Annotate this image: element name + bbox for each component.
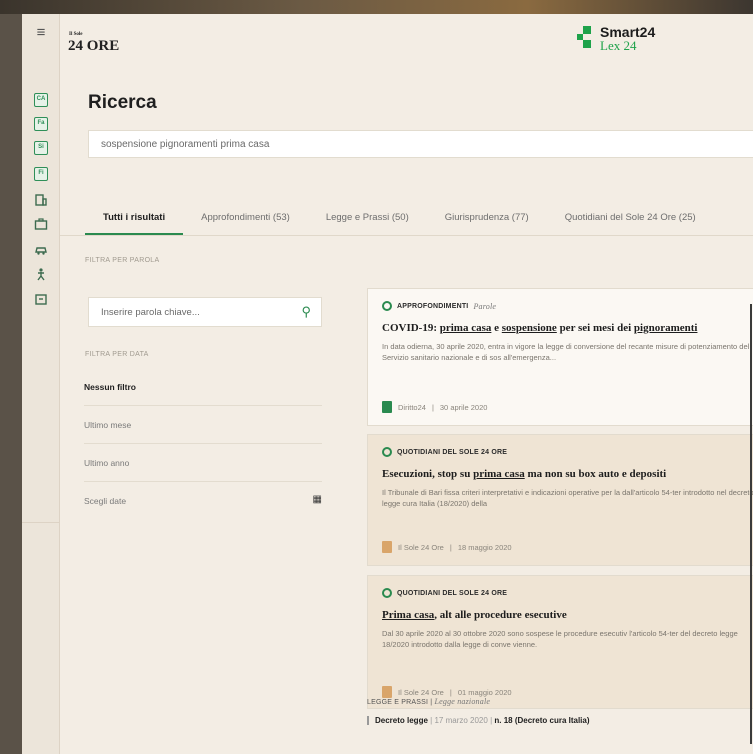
building-icon[interactable] xyxy=(31,190,51,210)
sic-icon[interactable]: Si xyxy=(31,138,51,158)
smart24-brand[interactable]: Smart24 Lex 24 xyxy=(577,24,655,54)
person-icon[interactable] xyxy=(31,264,51,284)
result-snippet: Il Tribunale di Bari fissa criteri inter… xyxy=(382,488,753,508)
tab-giurisprudenza[interactable]: Giurisprudenza (77) xyxy=(427,204,547,236)
brand-subtitle: Lex 24 xyxy=(600,38,637,53)
scrollbar[interactable] xyxy=(750,304,752,744)
tab-approfondimenti[interactable]: Approfondimenti (53) xyxy=(183,204,308,236)
results-tabs: Tutti i risultati Approfondimenti (53) L… xyxy=(85,204,714,236)
keyword-placeholder: Inserire parola chiave... xyxy=(101,307,200,318)
diritto24-icon xyxy=(382,401,392,413)
briefcase-icon[interactable] xyxy=(31,214,51,234)
search-input[interactable]: sospensione pignoramenti prima casa xyxy=(88,130,753,158)
source-icon xyxy=(382,447,392,457)
date-option-none[interactable]: Nessun filtro xyxy=(84,370,322,406)
result-meta: Il Sole 24 Ore | 18 maggio 2020 xyxy=(382,541,512,553)
filter-word-label: FILTRA PER PAROLA xyxy=(85,257,160,264)
tab-legge-prassi[interactable]: Legge e Prassi (50) xyxy=(308,204,427,236)
sole24ore-logo[interactable]: Il Sole 24 ORE xyxy=(68,32,119,55)
date-option-custom[interactable]: Scegli date ▦ xyxy=(84,484,322,520)
tabs-divider xyxy=(60,235,753,236)
page-title: Ricerca xyxy=(88,92,157,113)
fac-icon[interactable]: Fa xyxy=(31,114,51,134)
calendar-icon[interactable]: ▦ xyxy=(313,494,322,505)
source-icon xyxy=(382,588,392,598)
tab-all[interactable]: Tutti i risultati xyxy=(85,204,184,236)
sole24ore-icon xyxy=(382,541,392,553)
result-snippet: Dal 30 aprile 2020 al 30 ottobre 2020 so… xyxy=(382,629,738,649)
result-card[interactable]: QUOTIDIANI DEL SOLE 24 ORE Prima casa, a… xyxy=(367,575,753,709)
fis-icon[interactable]: Fi xyxy=(31,164,51,184)
legge-header: LEGGE E PRASSI | Legge nazionale xyxy=(367,697,491,706)
date-option-month[interactable]: Ultimo mese xyxy=(84,408,322,444)
result-title[interactable]: COVID-19: prima casa e sospensione per s… xyxy=(382,322,697,334)
cat-icon[interactable]: CA xyxy=(31,90,51,110)
filter-date-label: FILTRA PER DATA xyxy=(85,351,149,358)
result-card[interactable]: APPROFONDIMENTI Parole COVID-19: prima c… xyxy=(367,288,753,426)
chat-icon[interactable] xyxy=(31,290,51,310)
result-title[interactable]: Prima casa, alt alle procedure esecutive xyxy=(382,609,567,621)
smart24-logo-icon xyxy=(577,24,595,52)
side-rail: ≡ CA Fa Si Fi xyxy=(22,14,60,754)
keyword-input[interactable]: Inserire parola chiave... ⚲ xyxy=(88,297,322,327)
result-meta: Diritto24 | 30 aprile 2020 xyxy=(382,401,487,413)
result-title[interactable]: Esecuzioni, stop su prima casa ma non su… xyxy=(382,468,666,480)
legge-item[interactable]: Decreto legge | 17 marzo 2020 | n. 18 (D… xyxy=(367,716,590,725)
result-snippet: In data odierna, 30 aprile 2020, entra i… xyxy=(382,342,750,362)
result-card[interactable]: QUOTIDIANI DEL SOLE 24 ORE Esecuzioni, s… xyxy=(367,434,753,566)
source-icon xyxy=(382,301,392,311)
car-icon[interactable] xyxy=(31,240,51,260)
background-strip xyxy=(0,0,753,14)
search-icon[interactable]: ⚲ xyxy=(301,304,311,320)
date-option-year[interactable]: Ultimo anno xyxy=(84,446,322,482)
tab-quotidiani[interactable]: Quotidiani del Sole 24 Ore (25) xyxy=(547,204,714,236)
app-window: ≡ CA Fa Si Fi Il Sole 24 ORE Smart24 Lex… xyxy=(22,14,753,754)
menu-icon[interactable]: ≡ xyxy=(31,22,51,42)
